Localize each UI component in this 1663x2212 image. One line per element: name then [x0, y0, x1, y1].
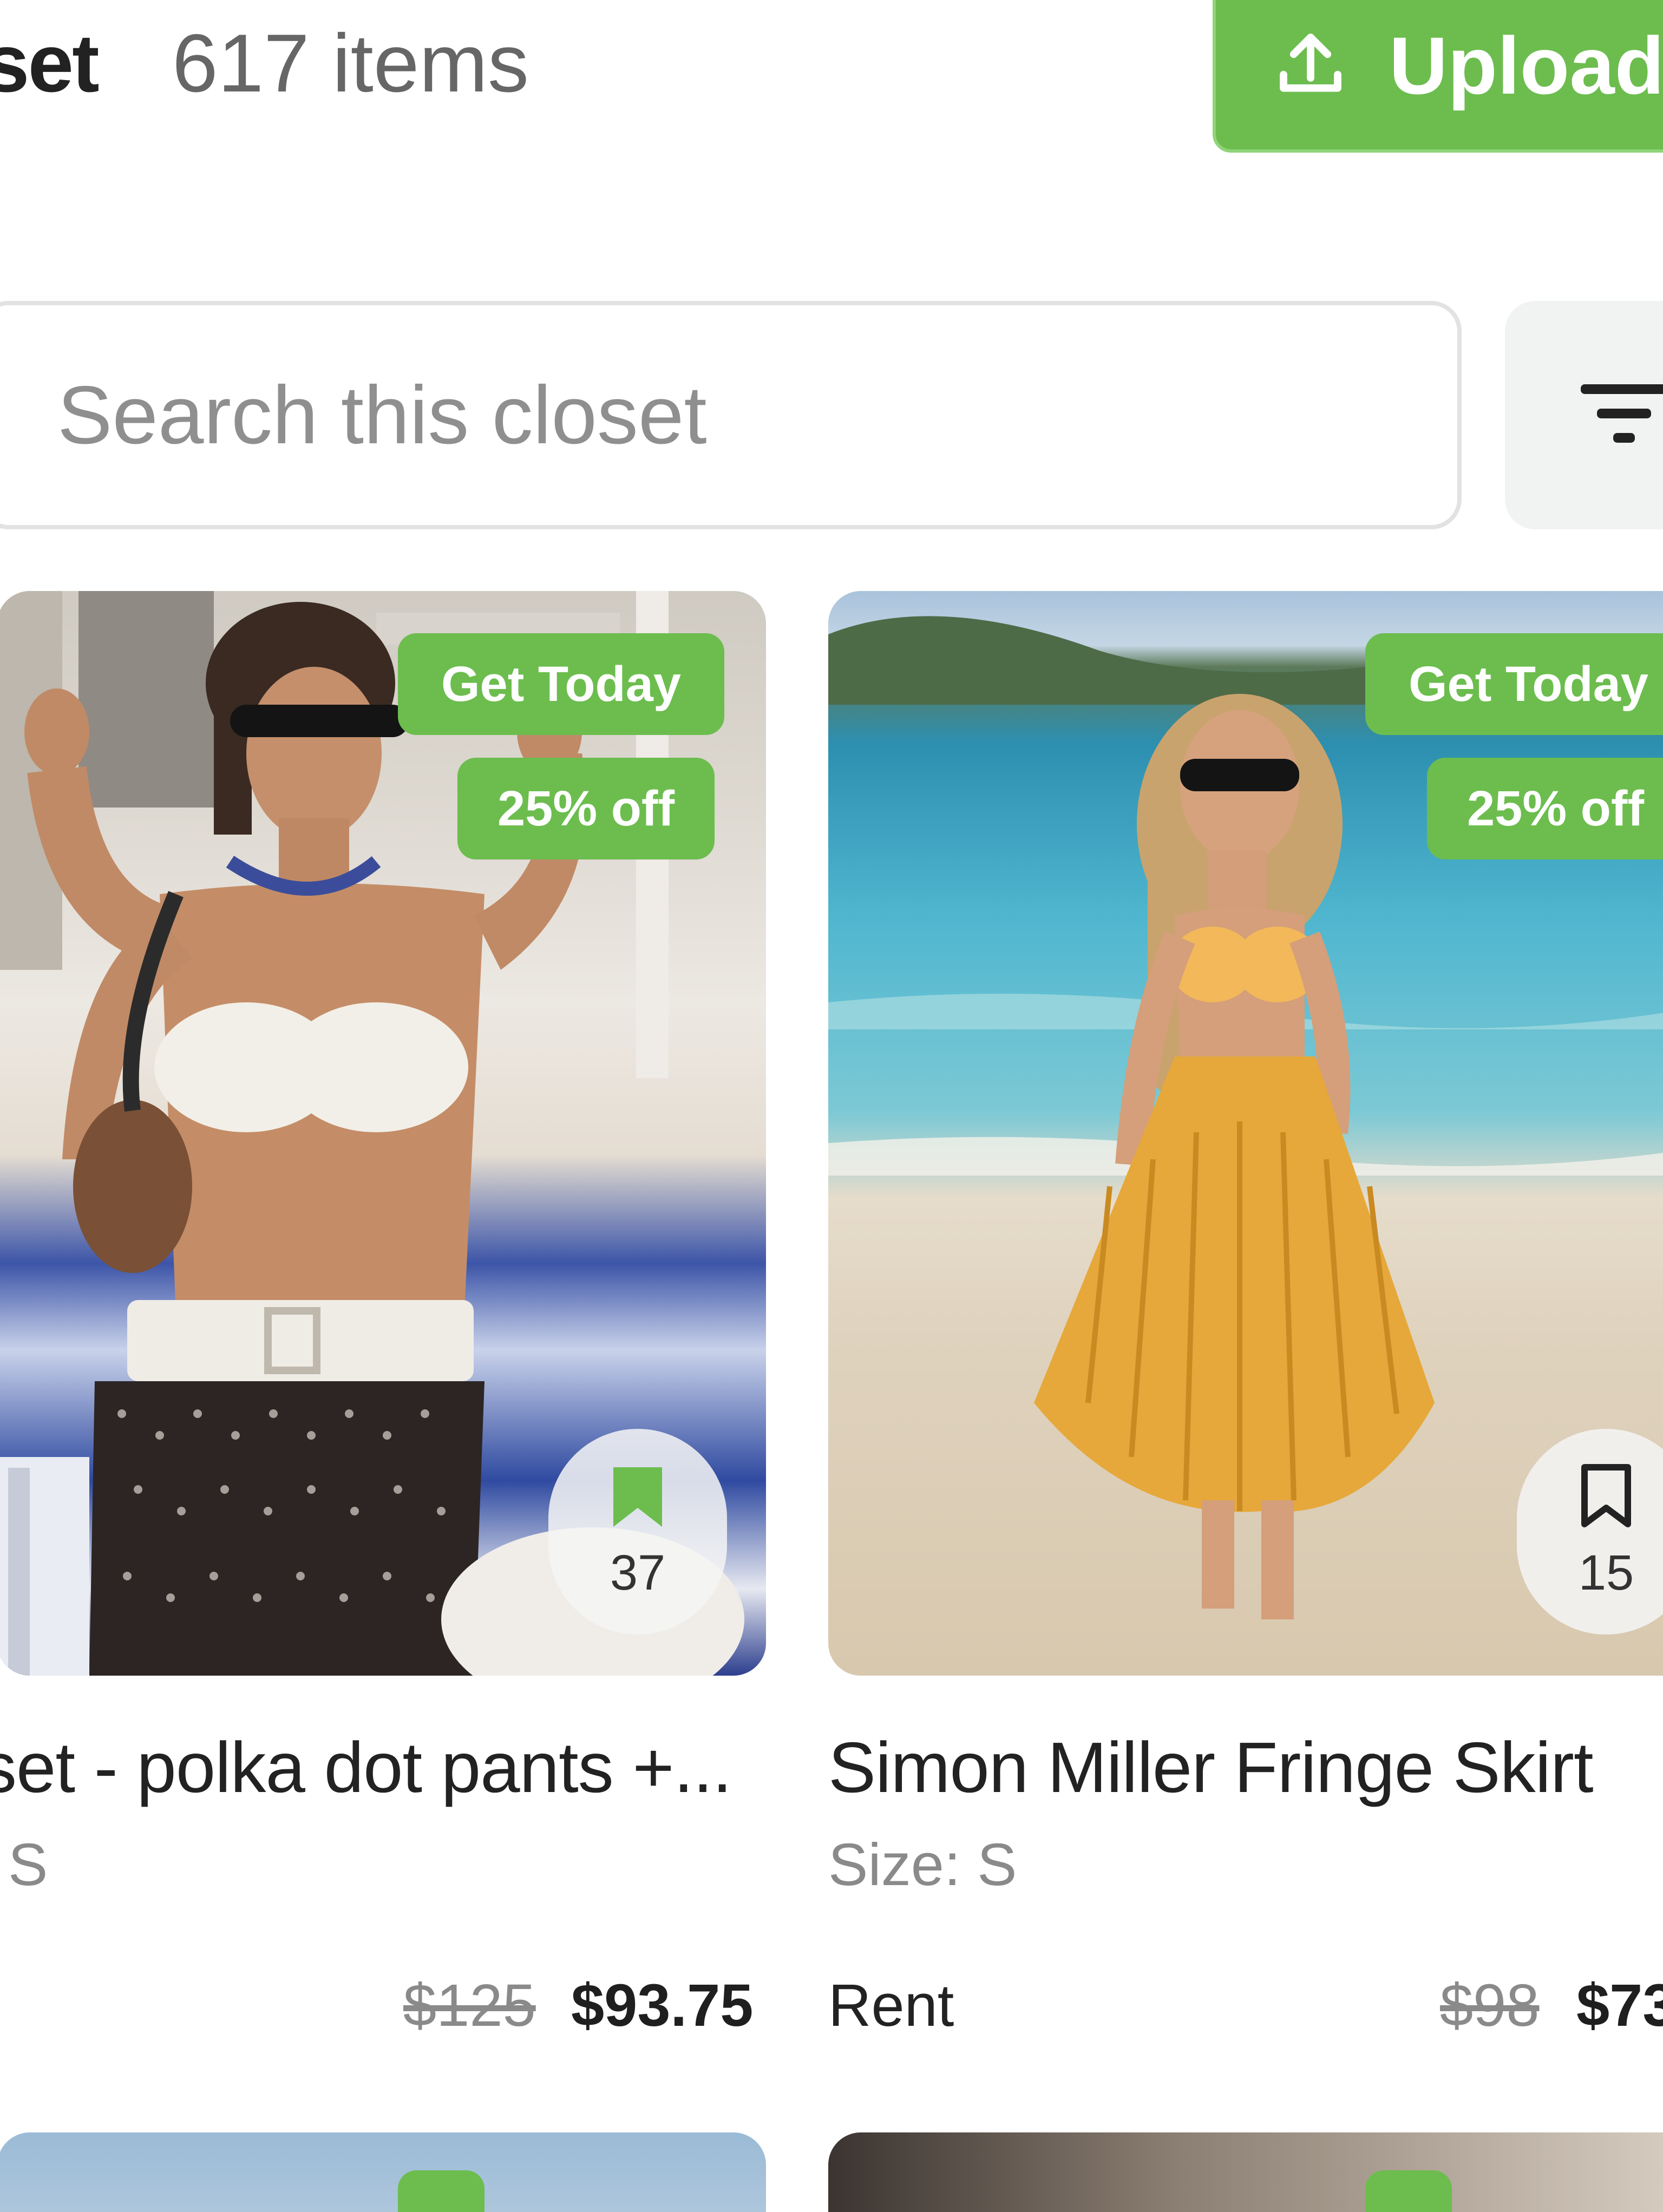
search-field[interactable] — [0, 301, 1462, 529]
get-today-badge-peek — [1365, 2170, 1452, 2212]
sale-price: $73 — [1576, 1972, 1663, 2039]
product-card[interactable]: Get Today 25% off 37 set - polka dot pan… — [0, 591, 766, 2039]
filter-button[interactable] — [1505, 301, 1663, 529]
save-button[interactable]: 15 — [1517, 1429, 1663, 1635]
product-card-next[interactable] — [828, 2132, 1663, 2212]
bookmark-filled-icon — [608, 1462, 667, 1535]
original-price: $98 — [1440, 1972, 1540, 2039]
price-row: $125 $93.75 — [0, 1971, 766, 2058]
item-size: Size: S — [828, 1832, 1017, 1898]
get-today-badge-peek — [398, 2170, 485, 2212]
save-count: 37 — [610, 1545, 666, 1600]
item-size: S — [8, 1832, 48, 1898]
sale-price: $93.75 — [571, 1972, 754, 2039]
product-card-next[interactable] — [0, 2132, 766, 2212]
upload-button[interactable]: Upload — [1213, 0, 1663, 153]
discount-badge: 25% off — [457, 758, 715, 859]
get-today-badge: Get Today — [398, 633, 725, 735]
get-today-badge: Get Today — [1365, 633, 1663, 735]
discount-badge: 25% off — [1427, 758, 1663, 859]
closet-header: set 617 items Upload — [0, 0, 1663, 153]
product-photo[interactable]: Get Today 25% off 15 — [828, 591, 1663, 1676]
original-price: $125 — [403, 1972, 536, 2039]
search-input[interactable] — [57, 367, 1457, 463]
save-count: 15 — [1578, 1545, 1634, 1600]
closet-title: set — [0, 17, 100, 109]
upload-icon — [1270, 24, 1351, 108]
upload-label: Upload — [1389, 19, 1663, 111]
closet-page: set 617 items Upload Search this closet … — [0, 0, 1663, 2212]
item-title[interactable]: set - polka dot pants +... — [0, 1727, 732, 1808]
product-card[interactable]: Get Today 25% off 15 Simon Miller Fringe… — [828, 591, 1663, 2039]
product-photo[interactable]: Get Today 25% off 37 — [0, 591, 766, 1676]
save-button[interactable]: 37 — [548, 1429, 727, 1635]
rent-label[interactable]: Rent — [828, 1971, 954, 2040]
bookmark-outline-icon — [1576, 1462, 1636, 1535]
item-count: 617 items — [172, 17, 529, 109]
price-row: Rent $98 $73 — [828, 1971, 1663, 2058]
item-title[interactable]: Simon Miller Fringe Skirt — [828, 1727, 1594, 1808]
filter-icon — [1575, 376, 1663, 455]
